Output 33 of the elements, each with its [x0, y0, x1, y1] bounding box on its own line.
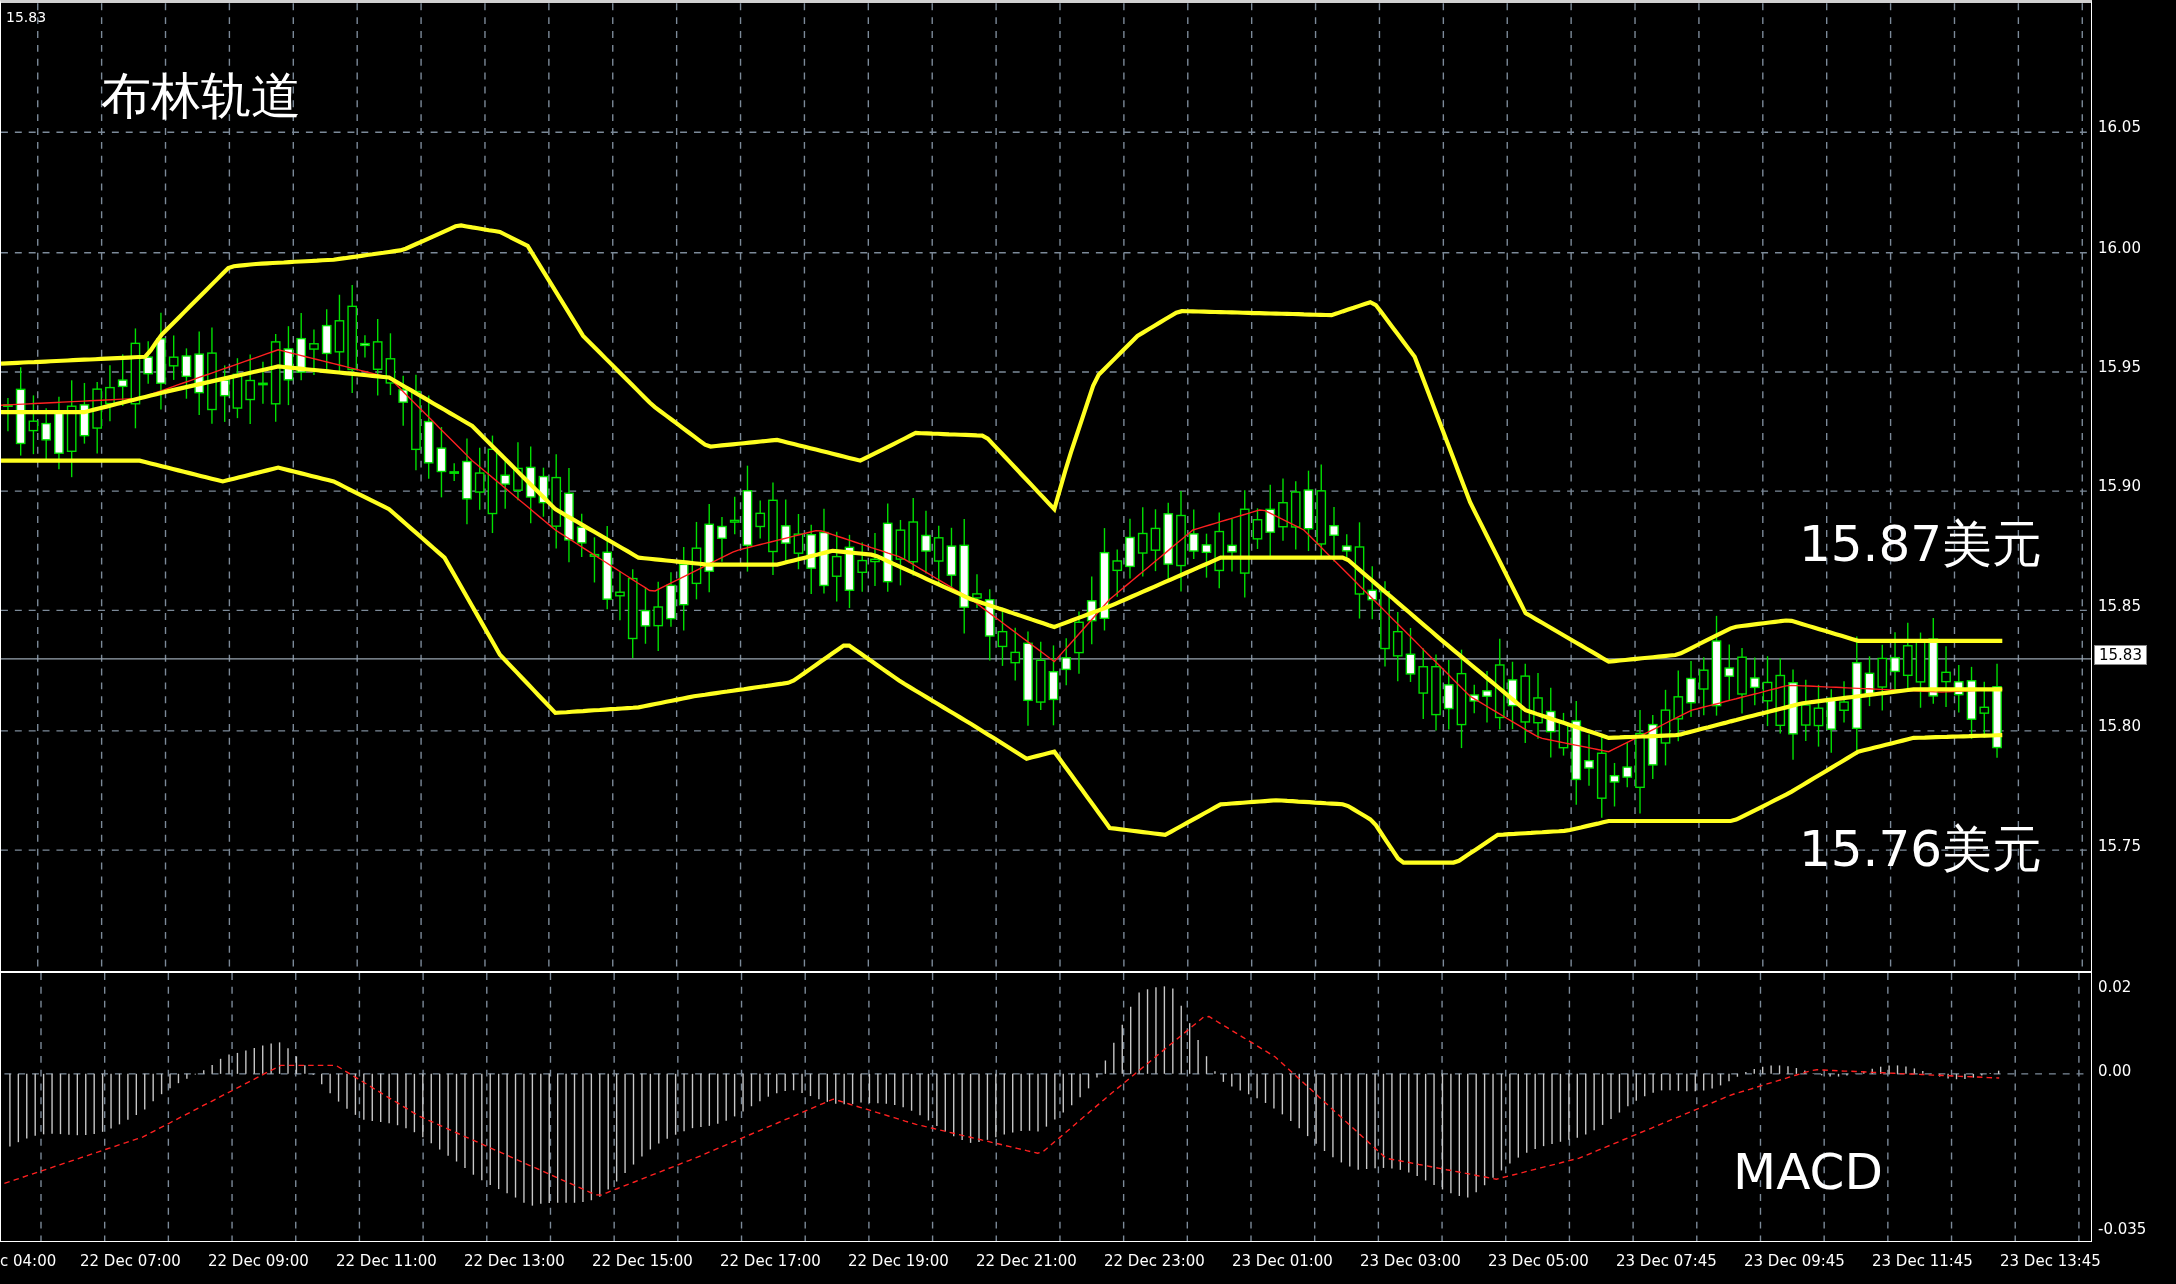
price-annotation: 15.87美元 — [1799, 514, 2043, 575]
time-axis-label: 22 Dec 09:00 — [208, 1252, 309, 1270]
price-axis-label: 15.90 — [2098, 477, 2141, 496]
time-axis-label: 23 Dec 11:45 — [1872, 1252, 1973, 1270]
time-axis-label: 22 Dec 17:00 — [720, 1252, 821, 1270]
time-axis-label: 22 Dec 21:00 — [976, 1252, 1077, 1270]
time-axis-label: 23 Dec 03:00 — [1360, 1252, 1461, 1270]
time-axis-label: 23 Dec 07:45 — [1616, 1252, 1717, 1270]
price-axis-label: 15.85 — [2098, 596, 2141, 615]
price-axis-label: 15.80 — [2098, 717, 2141, 736]
time-axis-label: 22 Dec 19:00 — [848, 1252, 949, 1270]
time-axis-label: 22 Dec 23:00 — [1104, 1252, 1205, 1270]
time-axis-label: 23 Dec 05:00 — [1488, 1252, 1589, 1270]
price-axis-label: 15.75 — [2098, 836, 2141, 855]
indicator-label: MACD — [1733, 1143, 1883, 1201]
time-axis-label: 23 Dec 09:45 — [1744, 1252, 1845, 1270]
price-axis-label: 15.95 — [2098, 358, 2141, 377]
chart-title: 布林轨道 — [101, 66, 301, 127]
time-axis-label: 22 Dec 15:00 — [592, 1252, 693, 1270]
time-axis-label: 23 Dec 13:45 — [2000, 1252, 2101, 1270]
macd-axis-label: 0.02 — [2098, 978, 2132, 996]
time-axis-label: 23 Dec 01:00 — [1232, 1252, 1333, 1270]
price-axis-label: 16.05 — [2098, 118, 2141, 137]
time-axis-label: 22 Dec 11:00 — [336, 1252, 437, 1270]
corner-price-label: 15.83 — [6, 9, 47, 25]
price-annotation: 15.76美元 — [1799, 819, 2043, 880]
time-axis-label: 22 Dec 07:00 — [80, 1252, 181, 1270]
time-axis-label: 22 Dec 13:00 — [464, 1252, 565, 1270]
time-axis-label: c 04:00 — [0, 1252, 57, 1270]
current-price-label: 15.83 — [2094, 645, 2147, 666]
macd-axis-label: 0.00 — [2098, 1062, 2132, 1080]
price-axis-label: 16.00 — [2098, 238, 2141, 257]
macd-axis-label: -0.035 — [2098, 1220, 2147, 1238]
